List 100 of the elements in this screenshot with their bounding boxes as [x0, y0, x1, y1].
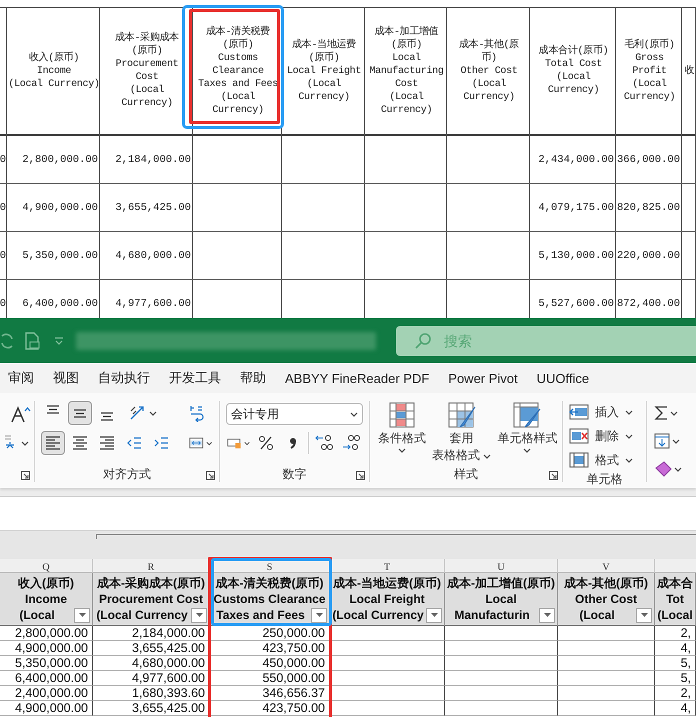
table-cell: 3,655,425.00	[93, 701, 210, 716]
caret-icon	[483, 454, 492, 459]
filter-button[interactable]	[636, 608, 652, 622]
column-header: 成本-清关税费 (原币) Customs Clearance Taxes and Fees (Local Currency)	[193, 8, 282, 136]
align-button[interactable]	[41, 431, 65, 455]
search-input[interactable]: 搜索	[444, 332, 696, 348]
table-cell: 820,825.00	[616, 184, 682, 232]
table-cell: 250,000.00	[210, 626, 330, 641]
align-button[interactable]	[68, 401, 92, 425]
column-header: 成本-当地运费 (原币) Local Freight (Local Currency)	[282, 8, 365, 136]
ribbon-tab[interactable]: Power Pivot	[448, 370, 518, 386]
caret-icon	[670, 410, 678, 416]
document-icon[interactable]	[24, 332, 40, 350]
ribbon-tab[interactable]: 视图	[53, 369, 79, 387]
table-cell: 423,750.00	[210, 701, 330, 716]
column-letter[interactable]: R	[93, 559, 210, 573]
group-label: 数字	[282, 466, 308, 482]
eraser-icon	[654, 461, 672, 477]
dialog-launcher-icon[interactable]	[356, 471, 365, 480]
ribbon-tab[interactable]: 帮助	[240, 369, 266, 387]
font-size-up-icon[interactable]	[10, 405, 32, 423]
column-header: 收	[682, 8, 696, 136]
table-cell: 5,350,000.00	[7, 232, 100, 280]
caret-icon	[244, 440, 250, 446]
table-cell: 5,130,000.00	[530, 232, 616, 280]
header-cell: 成本合 Tot (Local	[655, 573, 696, 626]
group-label: 样式	[453, 466, 479, 482]
dialog-launcher-icon[interactable]	[206, 471, 215, 480]
column-letter[interactable]: V	[558, 559, 655, 573]
insert-cells-icon	[569, 404, 589, 420]
group-label: 单元格	[586, 471, 624, 487]
table-cell: 346,656.37	[210, 686, 330, 701]
column-header: 成本-采购成本 (原币) Procurement Cost (Local Currency)	[100, 8, 193, 136]
number-format-dropdown[interactable]: 会计专用	[226, 403, 363, 425]
ribbon-tab[interactable]: 审阅	[8, 369, 34, 387]
table-cell: 5,	[655, 656, 696, 671]
column-letter[interactable]: T	[330, 559, 445, 573]
cells-button[interactable]: 格式	[569, 449, 640, 471]
caret-icon	[430, 613, 438, 617]
table-cell: 5,350,000.00	[0, 656, 93, 671]
table-cell: 4,900,000.00	[0, 701, 93, 716]
header-cell: 收入(原币) Income (Local	[0, 573, 93, 626]
decrease-indent-icon	[126, 435, 142, 451]
align-middle-icon	[73, 408, 87, 418]
table-cell: 450,000.00	[210, 656, 330, 671]
style-button[interactable]: 套用 表格格式	[432, 401, 492, 466]
column-letter[interactable]: U	[445, 559, 558, 573]
dialog-launcher-icon[interactable]	[549, 471, 558, 480]
header-cell: 成本-采购成本(原币) Procurement Cost (Local Currency	[93, 573, 210, 626]
caret-icon	[523, 448, 532, 453]
table-cell: 2,184,000.00	[100, 136, 193, 184]
cells-button[interactable]: 插入	[569, 401, 640, 423]
column-header: 成本-其他(原 币) Other Cost (Local Currency)	[447, 8, 530, 136]
table-cell: 0	[0, 184, 7, 232]
ribbon-tab[interactable]: ABBYY FineReader PDF	[285, 370, 430, 386]
table-cell: 4,977,600.00	[93, 671, 210, 686]
filter-button[interactable]	[539, 608, 555, 622]
table-cell: 4,680,000.00	[93, 656, 210, 671]
dialog-launcher-icon[interactable]	[21, 471, 30, 480]
table-cell: 4,900,000.00	[7, 184, 100, 232]
table-cell: 2,800,000.00	[7, 136, 100, 184]
ribbon-tab[interactable]: UUOffice	[536, 370, 590, 386]
search-bar[interactable]: 搜索	[396, 326, 696, 356]
filter-button[interactable]	[191, 608, 207, 622]
ribbon-tab[interactable]: 自动执行	[98, 369, 150, 387]
column-header: 成本合计(原币) Total Cost (Local Currency)	[530, 8, 616, 136]
table-cell: 5,	[655, 671, 696, 686]
filter-button[interactable]	[426, 608, 442, 622]
caret-icon	[640, 613, 648, 617]
outline-bracket[interactable]	[96, 534, 696, 539]
table-cell: 2,434,000.00	[530, 136, 616, 184]
table-cell: 0	[0, 136, 7, 184]
style-button[interactable]: 条件格式	[378, 401, 426, 466]
sigma-icon	[654, 405, 668, 421]
filter-button[interactable]	[311, 608, 327, 622]
table-cell: 366,000.00	[616, 136, 682, 184]
cells-button[interactable]: 删除	[569, 425, 640, 447]
ribbon-tab[interactable]: 开发工具	[169, 369, 221, 387]
column-letter[interactable]: Q	[0, 559, 93, 573]
dropdown-icon[interactable]	[54, 336, 64, 344]
table-cell: 2,800,000.00	[0, 626, 93, 641]
column-letter-cell[interactable]	[655, 559, 696, 573]
column-header: 收入(原币) Income (Local Currency)	[7, 8, 100, 136]
group-label: 对齐方式	[102, 466, 152, 482]
column-header: 毛利(原币) Gross Profit (Local Currency)	[616, 8, 682, 136]
delete-cells-icon	[569, 428, 589, 444]
caret-icon	[672, 438, 680, 444]
table-cell: 2,400,000.00	[0, 686, 93, 701]
caret-icon	[78, 613, 86, 617]
align-center-icon	[72, 436, 88, 450]
table-cell: 2,	[655, 626, 696, 641]
table-cell: 3,655,425.00	[93, 641, 210, 656]
format-cells-icon	[569, 452, 589, 468]
table-cell: 4,	[655, 701, 696, 716]
style-button[interactable]: 单元格样式	[497, 401, 558, 466]
table-cell: 1,680,393.60	[93, 686, 210, 701]
table-cell: 423,750.00	[210, 641, 330, 656]
caret-icon	[196, 613, 202, 617]
caret-icon	[350, 412, 358, 416]
filter-button[interactable]	[74, 608, 90, 622]
